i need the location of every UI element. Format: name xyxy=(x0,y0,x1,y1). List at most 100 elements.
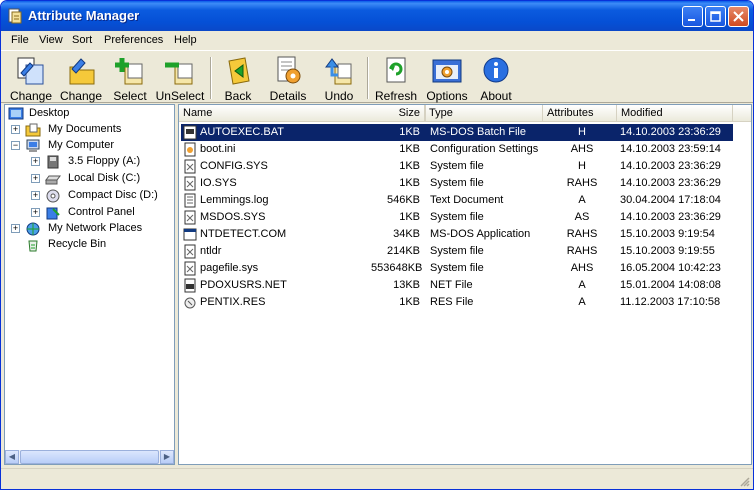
details-button[interactable]: Details xyxy=(267,53,309,103)
details-icon xyxy=(277,56,301,84)
tree-horizontal-scrollbar[interactable]: ◀ ▶ xyxy=(5,450,174,464)
file-name: NTDETECT.COM xyxy=(200,228,287,240)
file-attributes: AS xyxy=(574,211,590,223)
file-name: CONFIG.SYS xyxy=(200,160,268,172)
file-name: pagefile.sys xyxy=(200,262,259,274)
table-row[interactable]: PDOXUSRS.NET 13KB NET File A 15.01.2004 14:0… xyxy=(181,277,733,294)
info-icon xyxy=(483,57,509,83)
table-row[interactable]: boot.ini 1KB Configuration Settings AHS 14.1… xyxy=(181,141,733,158)
change-folder-icon xyxy=(69,58,95,85)
scroll-right-icon[interactable]: ▶ xyxy=(160,450,174,464)
file-modified: 14.10.2003 23:36:29 xyxy=(620,177,721,189)
file-modified: 16.05.2004 10:42:23 xyxy=(620,262,721,274)
expand-plus-icon[interactable]: + xyxy=(31,157,40,166)
menu-help[interactable]: Help xyxy=(174,34,197,46)
tree-label: 3.5 Floppy (A:) xyxy=(68,155,141,167)
select-button[interactable]: Select xyxy=(111,53,149,103)
expand-plus-icon[interactable]: + xyxy=(31,191,40,200)
tree-label: Local Disk (C:) xyxy=(68,172,141,184)
file-type: NET File xyxy=(430,279,473,291)
resize-grip-icon[interactable] xyxy=(738,475,750,487)
menu-preferences[interactable]: Preferences xyxy=(104,34,163,46)
tree-label: My Computer xyxy=(48,139,115,151)
expand-plus-icon[interactable]: + xyxy=(31,208,40,217)
file-type: MS-DOS Batch File xyxy=(430,126,526,138)
minimize-button[interactable] xyxy=(682,6,703,27)
refresh-button[interactable]: Refresh xyxy=(374,53,418,103)
net-file-icon xyxy=(184,278,196,293)
expand-plus-icon[interactable]: + xyxy=(31,174,40,183)
hard-disk-icon xyxy=(45,175,61,185)
desktop-icon xyxy=(8,107,24,120)
file-type: MS-DOS Application xyxy=(430,228,531,240)
file-attributes: H xyxy=(578,160,586,172)
expand-plus-icon[interactable]: + xyxy=(11,125,20,134)
table-row[interactable]: NTDETECT.COM 34KB MS-DOS Application RAHS 15… xyxy=(181,226,733,243)
file-name: PENTIX.RES xyxy=(200,296,266,308)
file-name: boot.ini xyxy=(200,143,236,155)
table-row[interactable]: Lemmings.log 546KB Text Document A 30.04.200… xyxy=(181,192,733,209)
menu-view[interactable]: View xyxy=(39,34,63,46)
file-size: 1KB xyxy=(399,211,420,223)
maximize-button[interactable] xyxy=(705,6,726,27)
file-type: System file xyxy=(430,245,484,257)
table-row[interactable]: IO.SYS 1KB System file RAHS 14.10.2003 23:36… xyxy=(181,175,733,192)
title-bar[interactable]: Attribute Manager xyxy=(1,1,753,31)
file-size: 1KB xyxy=(399,126,420,138)
file-name: PDOXUSRS.NET xyxy=(200,279,287,291)
close-icon xyxy=(733,11,744,22)
sys-file-icon xyxy=(184,176,196,191)
toolbar: Change Change Select UnSelect Back Detai… xyxy=(1,50,753,103)
change-attributes-button[interactable]: Change xyxy=(9,53,53,103)
file-modified: 14.10.2003 23:36:29 xyxy=(620,211,721,223)
file-attributes: A xyxy=(578,296,586,308)
close-button[interactable] xyxy=(728,6,749,27)
select-plus-icon xyxy=(115,58,143,85)
file-modified: 15.10.2003 9:19:54 xyxy=(620,228,715,240)
column-attributes[interactable]: Attributes xyxy=(543,105,617,122)
scroll-thumb[interactable] xyxy=(20,450,159,464)
scroll-left-icon[interactable]: ◀ xyxy=(5,450,19,464)
menu-sort[interactable]: Sort xyxy=(72,34,92,46)
file-size: 34KB xyxy=(393,228,420,240)
collapse-minus-icon[interactable]: − xyxy=(11,141,20,150)
expand-plus-icon[interactable]: + xyxy=(11,224,20,233)
column-size[interactable]: Size xyxy=(370,105,425,122)
refresh-icon xyxy=(386,57,406,83)
column-modified[interactable]: Modified xyxy=(617,105,733,122)
file-list[interactable]: Name Size Type Attributes Modified AUTOE… xyxy=(178,104,752,465)
window-title: Attribute Manager xyxy=(28,8,140,23)
file-attributes: RAHS xyxy=(566,228,598,240)
table-row[interactable]: PENTIX.RES 1KB RES File A 11.12.2003 17:10:5… xyxy=(181,294,733,311)
change-folder-label: Change xyxy=(59,89,103,103)
undo-label: Undo xyxy=(324,89,354,103)
tree-label: My Network Places xyxy=(48,222,143,234)
change-folder-button[interactable]: Change xyxy=(59,53,103,103)
menu-file[interactable]: File xyxy=(11,34,29,46)
app-icon xyxy=(8,8,22,24)
table-row[interactable]: ntldr 214KB System file RAHS 15.10.2003 9:19… xyxy=(181,243,733,260)
back-button[interactable]: Back xyxy=(219,53,257,103)
tree-label: Recycle Bin xyxy=(48,238,107,250)
file-size: 13KB xyxy=(393,279,420,291)
list-header: Name Size Type Attributes Modified xyxy=(179,105,751,122)
table-row[interactable]: AUTOEXEC.BAT 1KB MS-DOS Batch File H 14.10.2… xyxy=(181,124,733,141)
table-row[interactable]: MSDOS.SYS 1KB System file AS 14.10.2003 23:3… xyxy=(181,209,733,226)
file-name: AUTOEXEC.BAT xyxy=(200,126,284,138)
tree-label: Control Panel xyxy=(68,206,135,218)
file-modified: 30.04.2004 17:18:04 xyxy=(620,194,721,206)
file-attributes: H xyxy=(578,126,586,138)
file-type: System file xyxy=(430,177,484,189)
file-size: 553648KB xyxy=(371,262,423,274)
file-name: IO.SYS xyxy=(200,177,237,189)
options-button[interactable]: Options xyxy=(425,53,469,103)
undo-button[interactable]: Undo xyxy=(319,53,359,103)
file-modified: 14.10.2003 23:36:29 xyxy=(620,126,721,138)
table-row[interactable]: pagefile.sys 553648KB System file AHS 16.05.… xyxy=(181,260,733,277)
column-type[interactable]: Type xyxy=(425,105,543,122)
file-modified: 15.10.2003 9:19:55 xyxy=(620,245,715,257)
about-button[interactable]: About xyxy=(477,53,515,103)
unselect-button[interactable]: UnSelect xyxy=(155,53,205,103)
folder-tree[interactable]: Desktop + My Documents − My Computer + 3… xyxy=(4,104,175,465)
table-row[interactable]: CONFIG.SYS 1KB System file H 14.10.2003 23:3… xyxy=(181,158,733,175)
